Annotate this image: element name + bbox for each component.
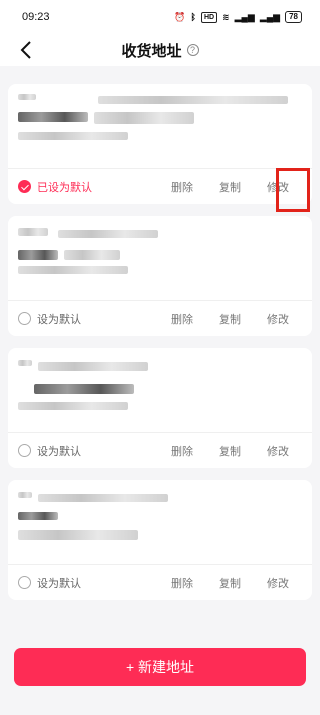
bluetooth-icon: ᛒ	[190, 12, 196, 22]
set-default-toggle[interactable]: 已设为默认	[18, 179, 158, 195]
wifi-icon: ≋	[222, 11, 230, 22]
signal2-icon: ▂▄▆	[259, 11, 281, 22]
edit-button[interactable]: 修改	[254, 311, 302, 327]
nav-bar: 收货地址 ?	[0, 34, 320, 66]
page-title: 收货地址 ?	[121, 40, 199, 61]
address-card[interactable]: 已设为默认 删除 复制 修改	[8, 84, 312, 204]
copy-button[interactable]: 复制	[206, 575, 254, 591]
status-icons: ⏰ ᛒ HD ≋ ▂▄▆ ▂▄▆ 78	[174, 11, 302, 23]
new-address-button[interactable]: + 新建地址	[14, 648, 306, 686]
edit-button[interactable]: 修改	[254, 443, 302, 459]
copy-button[interactable]: 复制	[206, 179, 254, 195]
signal-icon: ▂▄▆	[234, 11, 255, 22]
status-bar: 09:23 ⏰ ᛒ HD ≋ ▂▄▆ ▂▄▆ 78	[0, 0, 320, 34]
default-label: 设为默认	[37, 577, 81, 590]
set-default-toggle[interactable]: 设为默认	[18, 311, 158, 327]
set-default-toggle[interactable]: 设为默认	[18, 443, 158, 459]
radio-icon	[18, 444, 31, 457]
address-actions: 设为默认 删除 复制 修改	[8, 432, 312, 468]
checked-icon	[18, 180, 31, 193]
help-icon[interactable]: ?	[186, 44, 199, 56]
alarm-icon: ⏰	[174, 11, 186, 22]
address-card[interactable]: 设为默认 删除 复制 修改	[8, 348, 312, 468]
radio-icon	[18, 312, 31, 325]
delete-button[interactable]: 删除	[158, 575, 206, 591]
delete-button[interactable]: 删除	[158, 311, 206, 327]
default-label: 设为默认	[37, 313, 81, 326]
address-content-redacted	[8, 480, 312, 564]
default-label: 设为默认	[37, 445, 81, 458]
chevron-left-icon	[20, 41, 31, 59]
status-time: 09:23	[22, 11, 50, 23]
edit-button[interactable]: 修改	[254, 575, 302, 591]
radio-icon	[18, 576, 31, 589]
hd-icon: HD	[200, 11, 218, 23]
copy-button[interactable]: 复制	[206, 443, 254, 459]
address-actions: 设为默认 删除 复制 修改	[8, 300, 312, 336]
address-card[interactable]: 设为默认 删除 复制 修改	[8, 480, 312, 600]
set-default-toggle[interactable]: 设为默认	[18, 575, 158, 591]
delete-button[interactable]: 删除	[158, 443, 206, 459]
address-list: 已设为默认 删除 复制 修改 设为默认 删除 复制 修改 设为默认 删除 复制 …	[8, 84, 312, 612]
battery-icon: 78	[285, 11, 302, 23]
address-content-redacted	[8, 84, 312, 168]
address-card[interactable]: 设为默认 删除 复制 修改	[8, 216, 312, 336]
address-actions: 已设为默认 删除 复制 修改	[8, 168, 312, 204]
back-button[interactable]	[14, 38, 38, 62]
address-content-redacted	[8, 216, 312, 300]
address-actions: 设为默认 删除 复制 修改	[8, 564, 312, 600]
copy-button[interactable]: 复制	[206, 311, 254, 327]
edit-highlight-box	[276, 168, 310, 212]
page-title-text: 收货地址	[121, 42, 182, 60]
default-label: 已设为默认	[37, 181, 92, 194]
address-content-redacted	[8, 348, 312, 432]
delete-button[interactable]: 删除	[158, 179, 206, 195]
